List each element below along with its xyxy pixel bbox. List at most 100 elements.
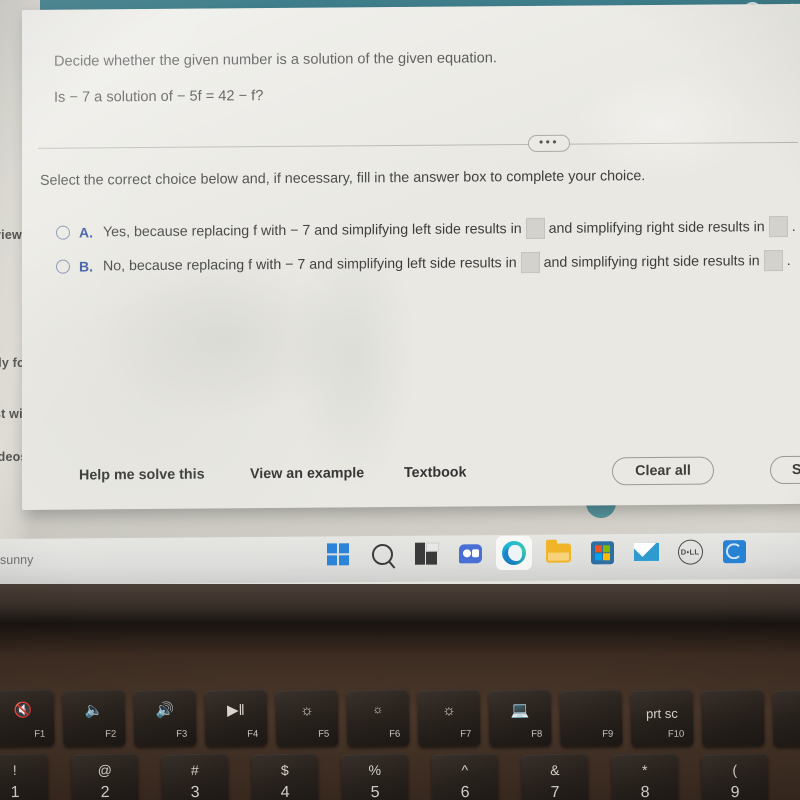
problem-prompt-line-2: Is − 7 a solution of − 5f = 42 − f? [54, 88, 264, 106]
key-f5[interactable]: ☼ F5 [275, 689, 339, 747]
radio-button-a[interactable] [56, 225, 70, 240]
choice-option-b[interactable]: B. No, because replacing f with − 7 and … [56, 250, 791, 277]
problem-prompt-line-1: Decide whether the given number is a sol… [54, 50, 497, 70]
mute-icon: 🔇 [13, 701, 33, 720]
key-4-symbol: $ [280, 761, 289, 779]
choice-b-text-after: . [786, 252, 791, 269]
key-f1-label: F1 [34, 728, 46, 740]
display-switch-icon: 💻 [510, 701, 530, 720]
rail-text-view: view [0, 228, 22, 242]
answer-input-a1[interactable] [525, 217, 545, 240]
key-6[interactable]: ^ 6 [431, 753, 499, 800]
task-view-icon[interactable] [413, 541, 439, 567]
key-f2[interactable]: 🔈 F2 [62, 689, 126, 747]
key-f8[interactable]: 💻 F8 [488, 689, 552, 747]
key-f5-label: F5 [318, 728, 330, 740]
brightness-up-icon: ☼ [441, 701, 456, 720]
key-5-symbol: % [368, 761, 382, 779]
laptop-hinge [0, 584, 800, 626]
laptop-body: 🔇 F1 🔈 F2 🔊 F3 ▶‖ F4 ☼ F5 ☼ F6 ☼ F7 💻 F8… [0, 584, 800, 800]
key-8-number: 8 [640, 783, 650, 800]
key-f7-label: F7 [460, 728, 472, 740]
key-f2-label: F2 [105, 728, 117, 740]
key-5-number: 5 [370, 783, 380, 800]
key-3[interactable]: # 3 [161, 753, 229, 800]
key-7-symbol: & [549, 761, 560, 779]
help-me-solve-this-button[interactable]: Help me solve this [79, 467, 205, 484]
keyboard-deck: 🔇 F1 🔈 F2 🔊 F3 ▶‖ F4 ☼ F5 ☼ F6 ☼ F7 💻 F8… [0, 624, 800, 800]
divider-line [38, 141, 798, 149]
choice-letter-a: A. [79, 223, 93, 241]
key-8[interactable]: * 8 [611, 753, 679, 800]
file-explorer-icon[interactable] [545, 540, 571, 566]
choice-a-text-before: Yes, because replacing f with − 7 and si… [103, 220, 522, 240]
clear-all-button[interactable]: Clear all [612, 456, 714, 486]
key-1-symbol: ! [12, 761, 17, 779]
key-f9-label: F9 [602, 728, 614, 740]
blue-circle-app-icon[interactable] [721, 538, 747, 564]
keyboard-backlight-icon: ☼ [299, 701, 314, 720]
choice-option-a[interactable]: A. Yes, because replacing f with − 7 and… [56, 215, 796, 243]
brightness-down-icon: ☼ [372, 701, 384, 717]
laptop-screen: view dy for t st with ideos Ti Decide wh… [0, 0, 800, 590]
radio-button-b[interactable] [56, 259, 70, 274]
key-4[interactable]: $ 4 [251, 753, 319, 800]
exercise-dialog: Decide whether the given number is a sol… [22, 3, 800, 510]
volume-up-icon: 🔊 [155, 701, 175, 720]
choice-a-text-between: and simplifying right side results in [548, 218, 765, 237]
key-f7[interactable]: ☼ F7 [417, 689, 481, 747]
choice-letter-b: B. [79, 257, 93, 275]
key-3-number: 3 [190, 783, 200, 800]
key-f11[interactable] [701, 689, 765, 747]
dell-logo-text: D•LL [677, 538, 703, 565]
key-9-symbol: ( [732, 761, 738, 779]
dialog-action-bar: Help me solve this View an example Textb… [22, 444, 800, 510]
start-icon[interactable] [325, 541, 351, 567]
weather-widget[interactable]: sunny [0, 553, 33, 567]
key-f4[interactable]: ▶‖ F4 [204, 689, 268, 747]
key-f12[interactable] [772, 689, 800, 747]
key-f3[interactable]: 🔊 F3 [133, 689, 197, 747]
key-f1[interactable]: 🔇 F1 [0, 689, 55, 747]
key-1[interactable]: ! 1 [0, 753, 49, 800]
key-5[interactable]: % 5 [341, 753, 409, 800]
key-f9[interactable]: F9 [559, 689, 623, 747]
key-7-number: 7 [550, 783, 560, 800]
laptop-photo: view dy for t st with ideos Ti Decide wh… [0, 0, 800, 800]
key-2-number: 2 [100, 783, 110, 800]
view-an-example-button[interactable]: View an example [250, 465, 364, 482]
key-9[interactable]: ( 9 [701, 753, 769, 800]
key-7[interactable]: & 7 [521, 753, 589, 800]
textbook-button[interactable]: Textbook [404, 465, 467, 481]
key-6-number: 6 [460, 783, 470, 800]
windows-taskbar: sunny D•LL [0, 532, 800, 585]
answer-input-b2[interactable] [763, 250, 783, 272]
choice-a-text-after: . [791, 218, 796, 235]
volume-down-icon: 🔈 [84, 701, 104, 720]
instruction-text: Select the correct choice below and, if … [40, 168, 646, 189]
chat-icon[interactable] [457, 540, 483, 566]
key-f10[interactable]: prt sc F10 [630, 689, 694, 747]
answer-input-a2[interactable] [768, 215, 788, 238]
choice-b-text-between: and simplifying right side results in [543, 252, 760, 271]
more-options-button[interactable]: ••• [528, 134, 570, 153]
play-pause-icon: ▶‖ [226, 701, 245, 720]
skip-button[interactable]: Skip [770, 455, 800, 485]
choice-b-text-before: No, because replacing f with − 7 and sim… [103, 254, 517, 274]
mail-icon[interactable] [633, 539, 659, 565]
key-3-symbol: # [190, 761, 199, 779]
microsoft-store-icon[interactable] [589, 539, 615, 565]
key-2-symbol: @ [97, 761, 113, 779]
section-divider: ••• [38, 133, 798, 157]
key-9-number: 9 [730, 783, 740, 800]
answer-input-b1[interactable] [520, 251, 540, 274]
key-f6[interactable]: ☼ F6 [346, 689, 410, 747]
search-icon[interactable] [369, 541, 395, 567]
edge-icon[interactable] [501, 540, 527, 566]
key-1-number: 1 [10, 783, 20, 800]
key-2[interactable]: @ 2 [71, 753, 139, 800]
print-screen-label: prt sc [645, 705, 678, 722]
key-8-symbol: * [641, 761, 648, 779]
key-f8-label: F8 [531, 728, 543, 740]
dell-icon[interactable]: D•LL [677, 538, 703, 565]
